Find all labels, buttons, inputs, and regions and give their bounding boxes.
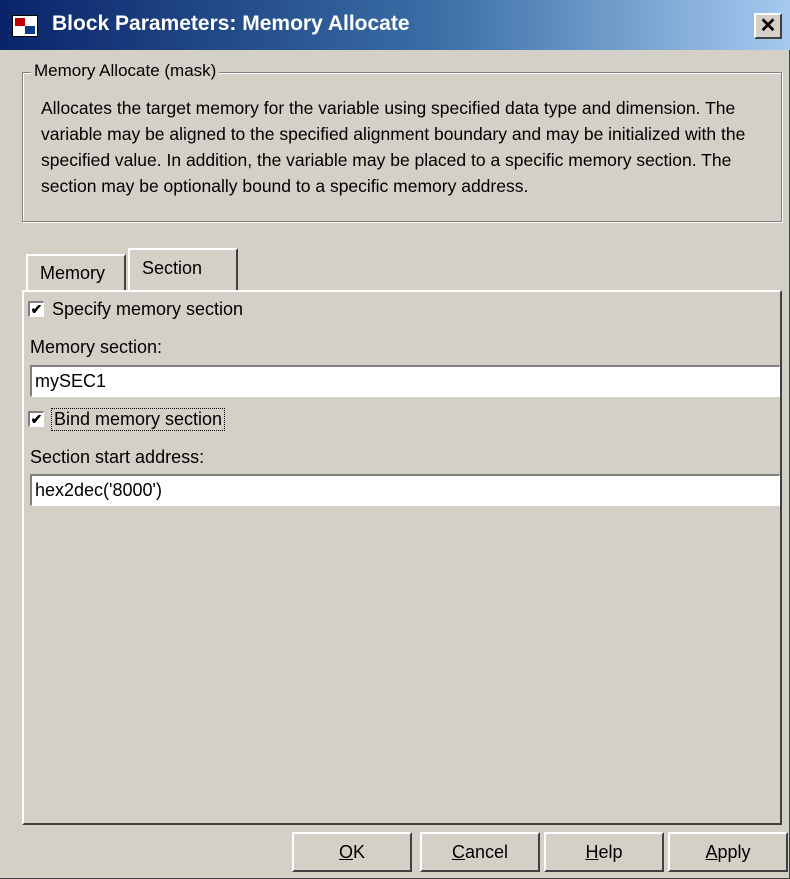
ok-button[interactable]: OK — [292, 832, 412, 872]
tab-section[interactable]: Section — [128, 248, 238, 290]
close-icon: ✕ — [759, 15, 777, 37]
block-parameters-dialog: Block Parameters: Memory Allocate ✕ Memo… — [0, 0, 790, 879]
cancel-label-rest: ancel — [464, 842, 509, 862]
help-mnemonic: H — [585, 842, 599, 862]
help-button[interactable]: Help — [544, 832, 664, 872]
apply-button[interactable]: Apply — [668, 832, 788, 872]
cancel-button[interactable]: Cancel — [420, 832, 540, 872]
mask-legend: Memory Allocate (mask) — [31, 61, 220, 81]
help-label-rest: elp — [598, 842, 623, 862]
ok-label-rest: K — [353, 842, 366, 862]
title-bar[interactable]: Block Parameters: Memory Allocate ✕ — [0, 0, 790, 50]
cancel-mnemonic: C — [451, 842, 465, 862]
ok-mnemonic: O — [338, 842, 353, 862]
section-tab-panel: ✔ Specify memory section Memory section:… — [22, 290, 782, 825]
tab-memory[interactable]: Memory — [26, 254, 126, 290]
tab-strip: Memory Section — [22, 248, 782, 290]
memory-section-input[interactable] — [30, 365, 780, 397]
apply-mnemonic: A — [705, 842, 718, 862]
simulink-block-icon — [12, 15, 38, 37]
apply-label-rest: pply — [717, 842, 751, 862]
specify-memory-section-label: Specify memory section — [52, 298, 244, 319]
mask-groupbox: Memory Allocate (mask) Allocates the tar… — [22, 61, 782, 222]
bind-memory-section-checkbox[interactable]: ✔ Bind memory section — [28, 407, 226, 431]
bind-memory-section-label: Bind memory section — [50, 407, 226, 431]
window-title: Block Parameters: Memory Allocate — [52, 12, 410, 35]
memory-section-label: Memory section: — [30, 337, 163, 357]
mask-description: Allocates the target memory for the vari… — [41, 98, 746, 196]
checkmark-icon: ✔ — [28, 301, 44, 317]
checkmark-icon: ✔ — [28, 411, 44, 427]
close-button[interactable]: ✕ — [754, 13, 782, 39]
section-start-address-input[interactable] — [30, 474, 780, 506]
specify-memory-section-checkbox[interactable]: ✔ Specify memory section — [28, 297, 243, 321]
section-start-address-label: Section start address: — [30, 447, 205, 467]
